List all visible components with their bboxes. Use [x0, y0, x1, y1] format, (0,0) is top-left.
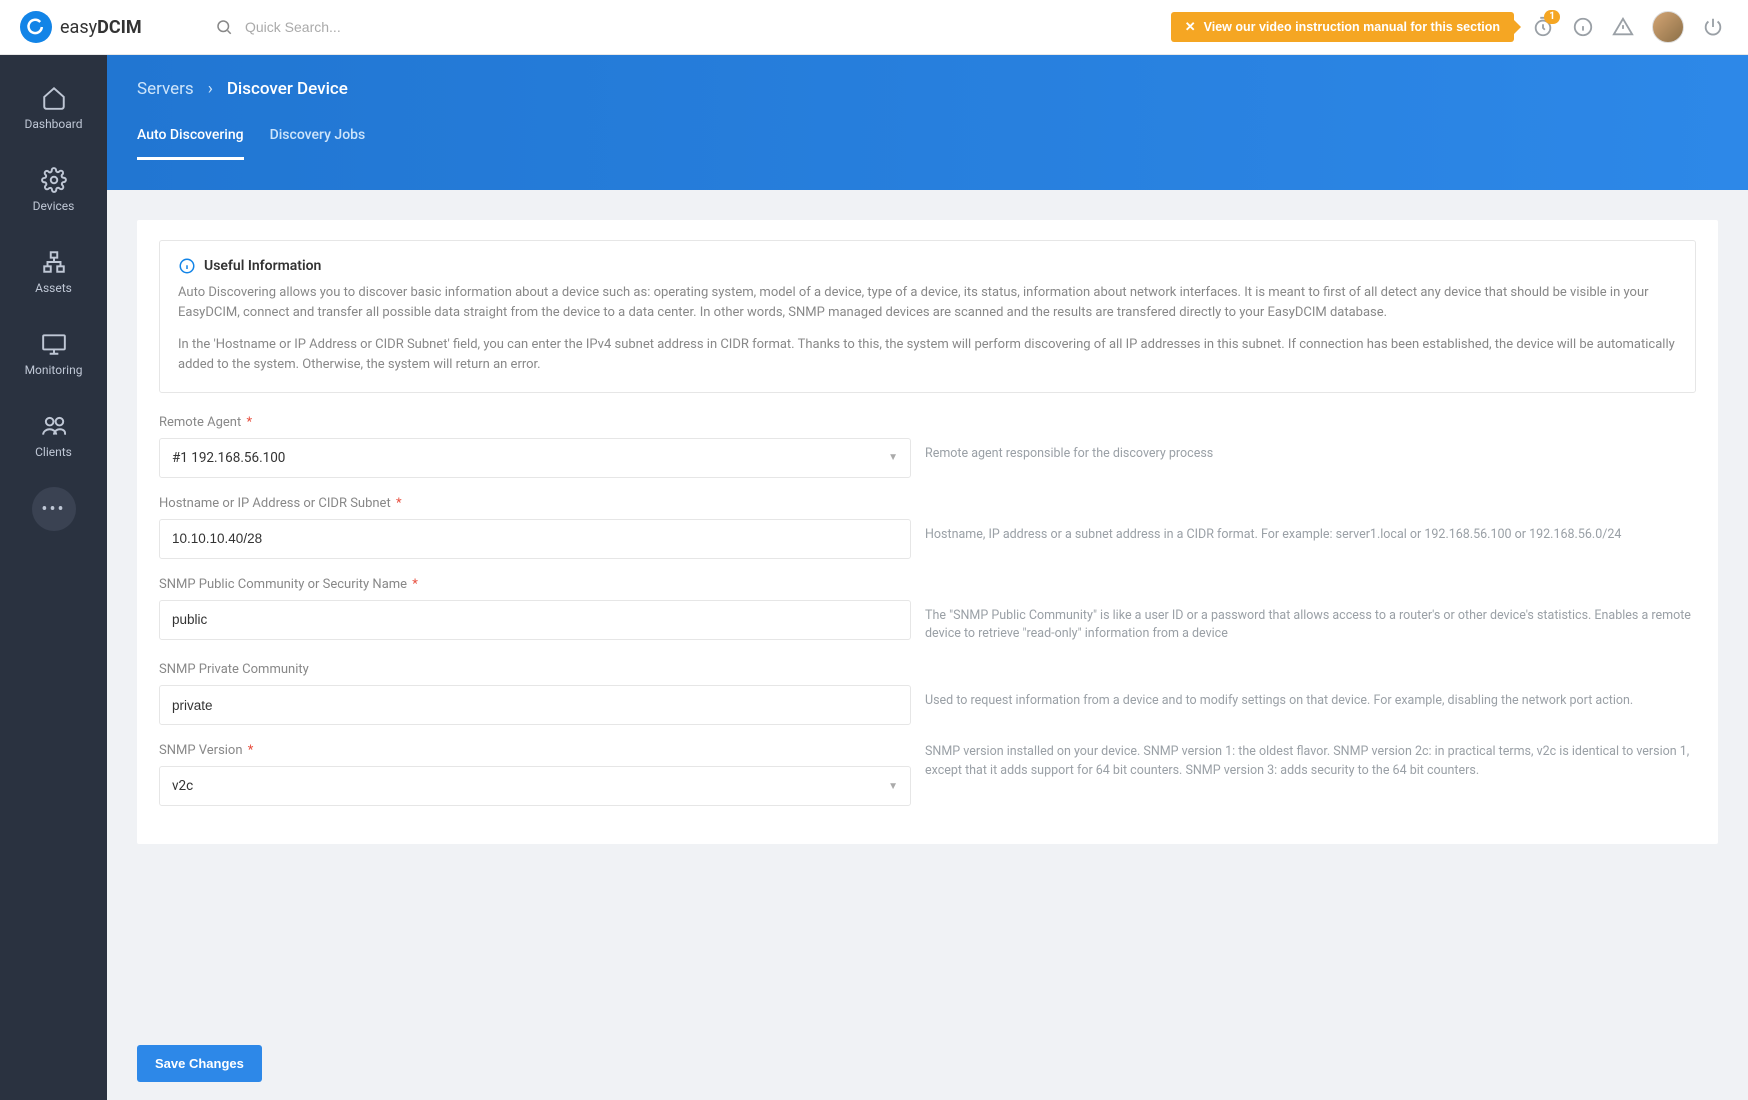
sidebar-item-monitoring[interactable]: Monitoring	[0, 313, 107, 395]
remote-agent-label: Remote Agent *	[159, 415, 911, 430]
top-header: easyDCIM ✕ View our video instruction ma…	[0, 0, 1748, 55]
sidebar-item-label: Devices	[33, 199, 75, 213]
sidebar-item-assets[interactable]: Assets	[0, 231, 107, 313]
content: Useful Information Auto Discovering allo…	[107, 190, 1748, 1100]
tab-auto-discovering[interactable]: Auto Discovering	[137, 127, 244, 160]
snmp-private-input-wrap	[159, 685, 911, 725]
alert-icon[interactable]	[1612, 16, 1634, 38]
snmp-private-label: SNMP Private Community	[159, 662, 911, 677]
sidebar-item-dashboard[interactable]: Dashboard	[0, 67, 107, 149]
tabs: Auto Discovering Discovery Jobs	[107, 127, 1748, 160]
users-icon	[41, 413, 67, 439]
snmp-private-help: Used to request information from a devic…	[925, 662, 1696, 711]
avatar[interactable]	[1652, 11, 1684, 43]
close-icon[interactable]: ✕	[1185, 19, 1196, 35]
info-circle-icon	[178, 257, 196, 275]
snmp-version-select[interactable]: v2c ▼	[159, 766, 911, 806]
save-bar: Save Changes	[107, 1027, 1748, 1100]
form-row-snmp-private: SNMP Private Community Used to request i…	[159, 662, 1696, 725]
snmp-version-value: v2c	[172, 778, 193, 794]
form-card: Useful Information Auto Discovering allo…	[137, 220, 1718, 844]
snmp-public-input-wrap	[159, 600, 911, 640]
tab-discovery-jobs[interactable]: Discovery Jobs	[270, 127, 366, 160]
snmp-public-label: SNMP Public Community or Security Name *	[159, 577, 911, 592]
info-paragraph-1: Auto Discovering allows you to discover …	[178, 283, 1677, 323]
save-button[interactable]: Save Changes	[137, 1045, 262, 1082]
chevron-right-icon: ›	[208, 79, 213, 99]
form-row-hostname: Hostname or IP Address or CIDR Subnet * …	[159, 496, 1696, 559]
power-icon[interactable]	[1702, 16, 1724, 38]
chevron-down-icon: ▼	[888, 781, 898, 792]
info-box: Useful Information Auto Discovering allo…	[159, 240, 1696, 393]
info-paragraph-2: In the 'Hostname or IP Address or CIDR S…	[178, 335, 1677, 375]
banner-text: View our video instruction manual for th…	[1204, 20, 1500, 34]
more-icon[interactable]: •••	[32, 487, 76, 531]
video-instruction-banner[interactable]: ✕ View our video instruction manual for …	[1171, 12, 1514, 42]
logo-text: easyDCIM	[60, 17, 142, 38]
breadcrumb-parent[interactable]: Servers	[137, 79, 194, 99]
snmp-public-input[interactable]	[172, 612, 898, 627]
hostname-help: Hostname, IP address or a subnet address…	[925, 496, 1696, 545]
hostname-label: Hostname or IP Address or CIDR Subnet *	[159, 496, 911, 511]
breadcrumb: Servers › Discover Device	[107, 55, 1748, 99]
logo[interactable]: easyDCIM	[0, 11, 205, 43]
snmp-version-label: SNMP Version *	[159, 743, 911, 758]
sidebar: Dashboard Devices Assets Monitoring Clie…	[0, 55, 107, 1100]
hostname-input[interactable]	[172, 531, 898, 546]
search-icon	[215, 18, 233, 36]
monitor-icon	[41, 331, 67, 357]
remote-agent-select[interactable]: #1 192.168.56.100 ▼	[159, 438, 911, 478]
form-row-snmp-version: SNMP Version * v2c ▼ SNMP version instal…	[159, 743, 1696, 806]
snmp-version-help: SNMP version installed on your device. S…	[925, 743, 1696, 781]
home-icon	[41, 85, 67, 111]
form-row-remote-agent: Remote Agent * #1 192.168.56.100 ▼ Remot…	[159, 415, 1696, 478]
sidebar-item-label: Assets	[35, 281, 72, 295]
sitemap-icon	[41, 249, 67, 275]
timer-icon[interactable]: 1	[1532, 16, 1554, 38]
snmp-public-help: The "SNMP Public Community" is like a us…	[925, 577, 1696, 645]
remote-agent-help: Remote agent responsible for the discove…	[925, 415, 1696, 464]
remote-agent-value: #1 192.168.56.100	[172, 450, 285, 466]
sidebar-item-devices[interactable]: Devices	[0, 149, 107, 231]
info-icon[interactable]	[1572, 16, 1594, 38]
breadcrumb-current: Discover Device	[227, 79, 348, 99]
info-title: Useful Information	[178, 257, 1677, 275]
notification-badge: 1	[1544, 10, 1560, 24]
form-row-snmp-public: SNMP Public Community or Security Name *…	[159, 577, 1696, 645]
search-input[interactable]	[245, 19, 545, 35]
gear-icon	[41, 167, 67, 193]
logo-mark-icon	[20, 11, 52, 43]
search-area	[205, 18, 1171, 36]
sidebar-item-clients[interactable]: Clients	[0, 395, 107, 477]
sidebar-more: •••	[0, 487, 107, 531]
snmp-private-input[interactable]	[172, 698, 898, 713]
sidebar-item-label: Monitoring	[25, 363, 83, 377]
sidebar-item-label: Dashboard	[24, 117, 82, 131]
sidebar-item-label: Clients	[35, 445, 72, 459]
page-header: Servers › Discover Device Auto Discoveri…	[107, 55, 1748, 190]
hostname-input-wrap	[159, 519, 911, 559]
chevron-down-icon: ▼	[888, 452, 898, 463]
header-right: ✕ View our video instruction manual for …	[1171, 11, 1748, 43]
